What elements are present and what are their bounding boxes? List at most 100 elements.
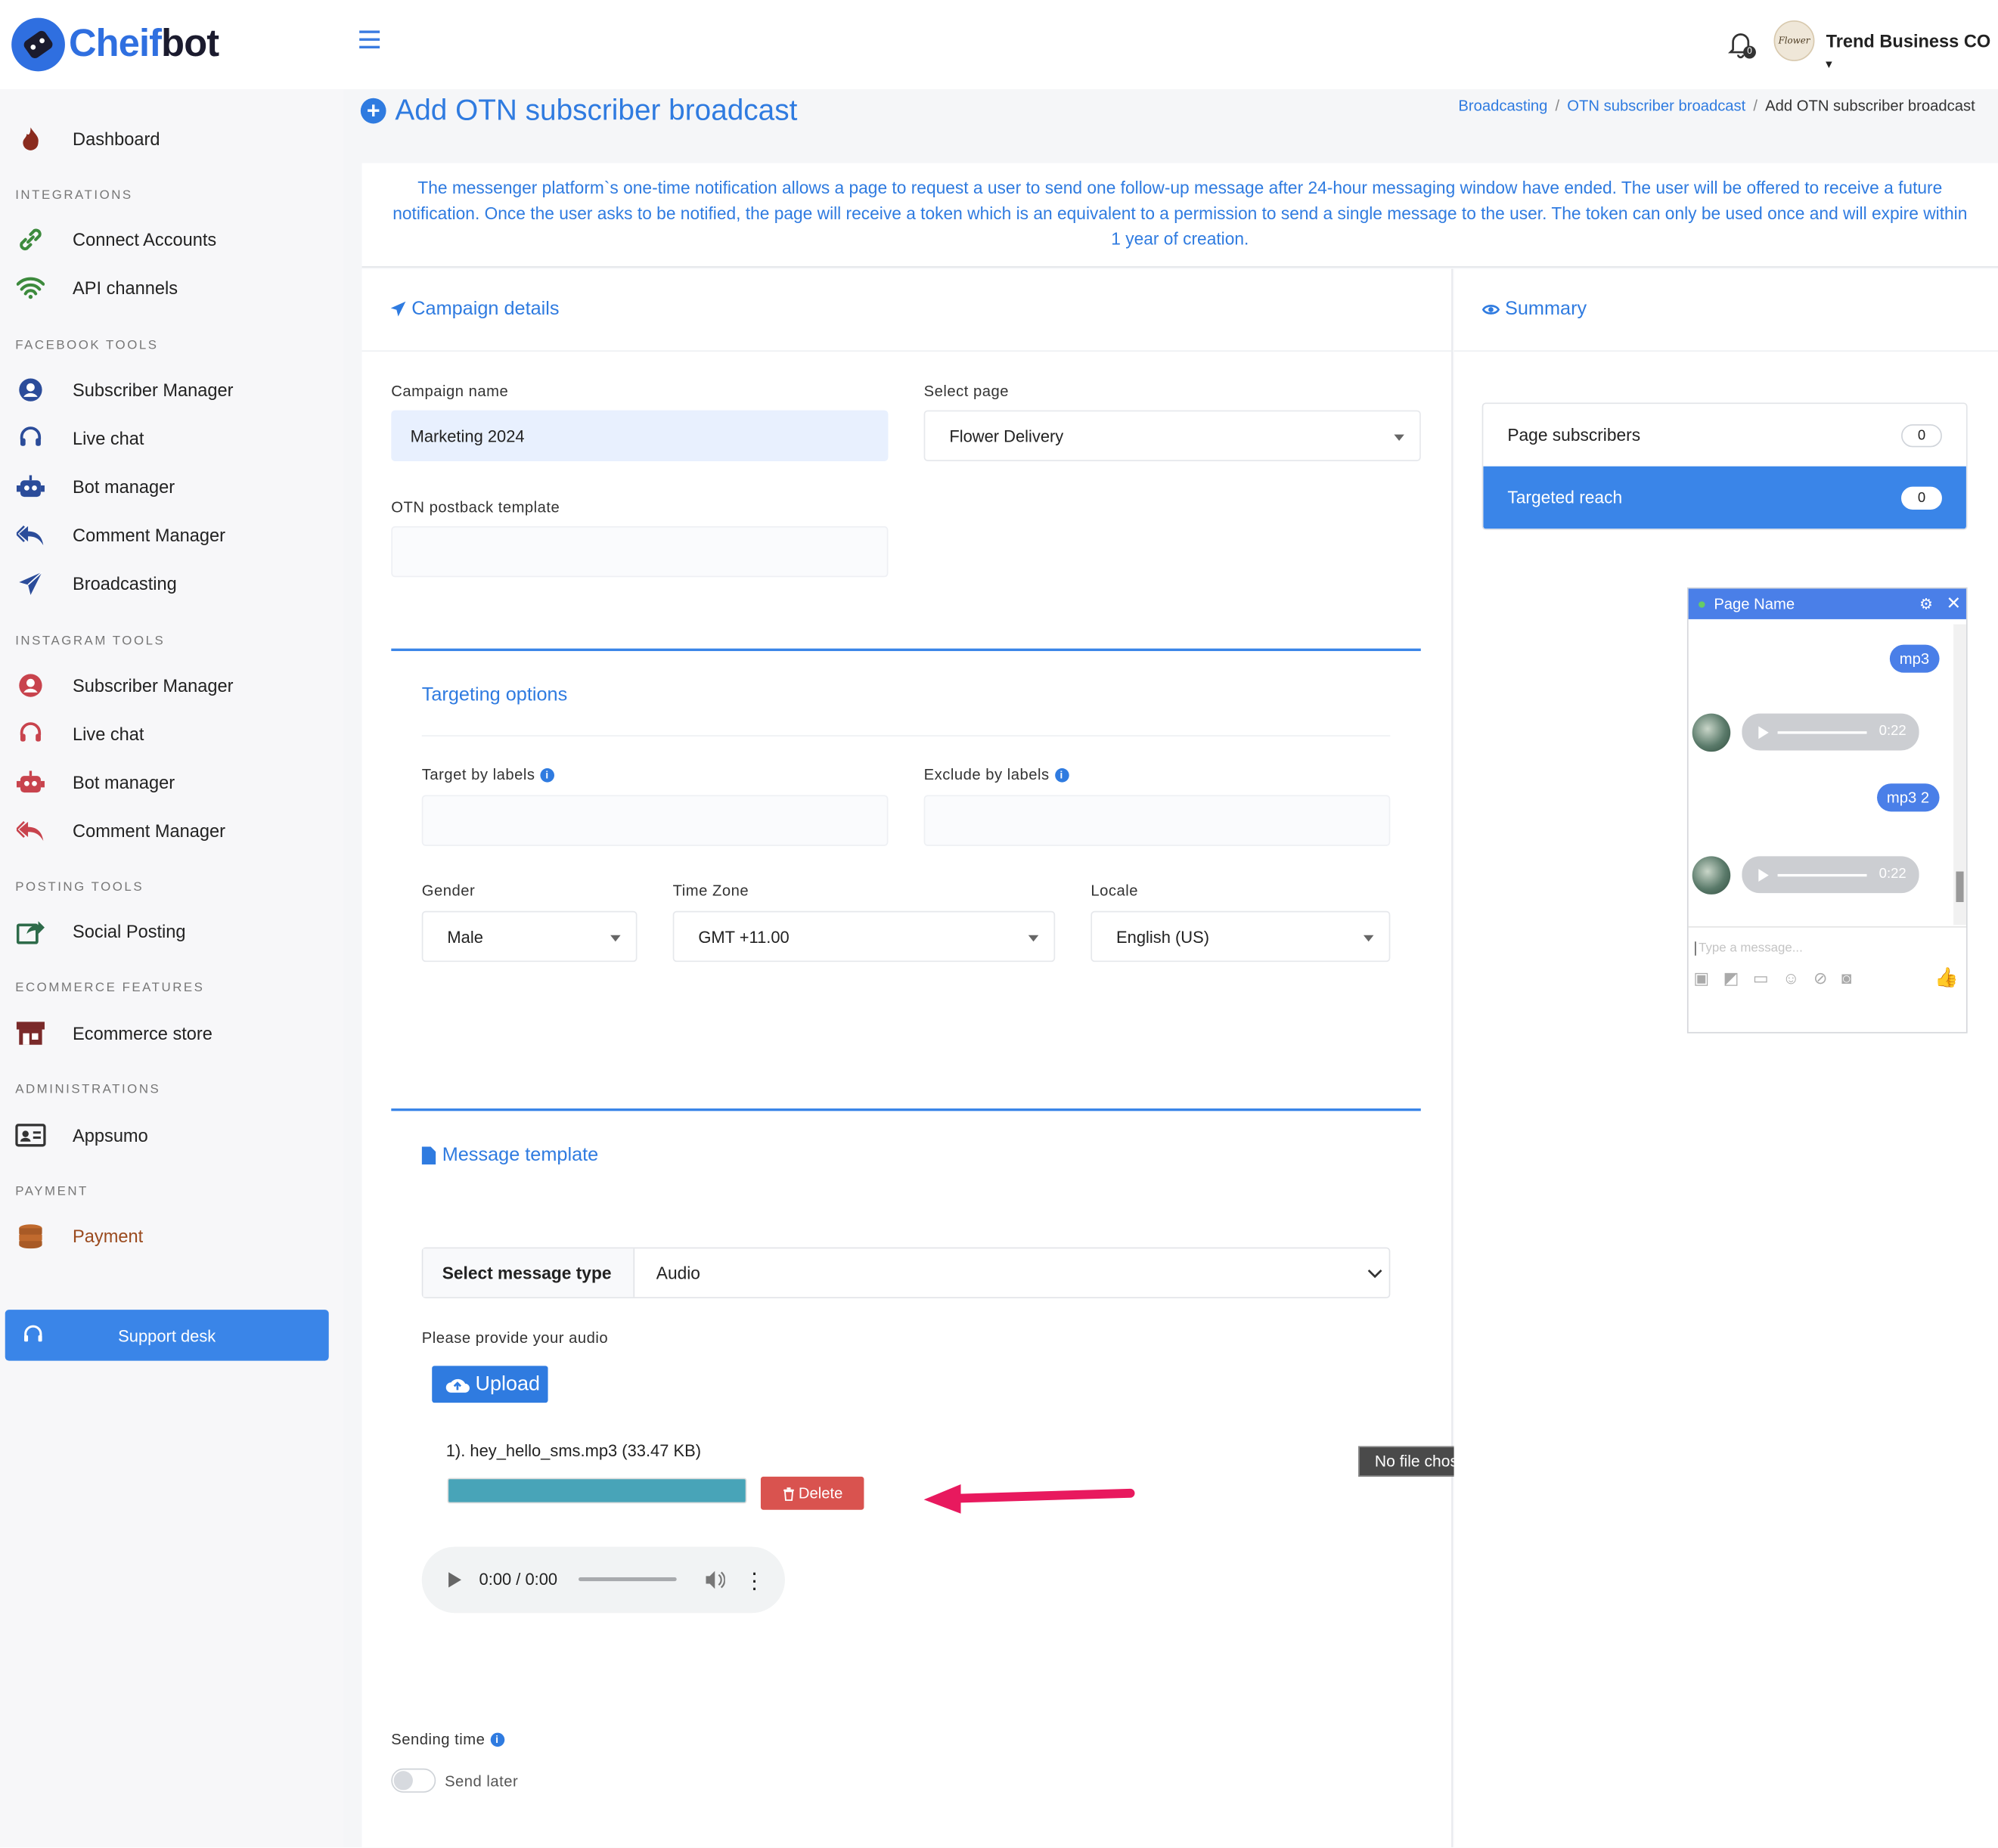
uploaded-file-name: 1). hey_hello_sms.mp3 (33.47 KB) [445,1440,702,1461]
sidebar-item-ig-comment-manager[interactable]: Comment Manager [15,811,334,850]
reply-all-icon [15,519,45,550]
sidebar-item-dashboard[interactable]: Dashboard [15,119,334,158]
paper-plane-icon [15,569,45,599]
player-seek-bar[interactable] [578,1577,677,1582]
message-bubble: mp3 2 [1876,783,1940,812]
audio-prompt-label: Please provide your audio [421,1329,609,1347]
audio-message[interactable]: 0:22 [1742,856,1919,894]
message-bubble: mp3 [1889,644,1940,673]
locale-dropdown[interactable]: English (US) [1091,910,1391,963]
robot-icon [15,471,45,501]
sidebar-item-fb-bot-manager[interactable]: Bot manager [15,467,334,506]
company-avatar[interactable]: Flower [1773,20,1815,61]
online-dot-icon [1699,600,1705,607]
targeted-reach-row: Targeted reach 0 [1483,466,1966,529]
sidebar-item-appsumo[interactable]: Appsumo [15,1116,334,1155]
sidebar-item-fb-comment-manager[interactable]: Comment Manager [15,516,334,554]
postback-template-input[interactable] [391,526,889,578]
chevron-down-icon: ▾ [1826,57,1832,70]
preview-scrollbar[interactable] [1953,624,1966,926]
campaign-name-label: Campaign name [391,382,509,401]
targeted-reach-count: 0 [1901,485,1942,510]
sidebar-item-ig-live-chat[interactable]: Live chat [15,715,334,753]
store-icon [15,1018,45,1048]
play-icon[interactable] [448,1572,461,1588]
sidebar-item-fb-live-chat[interactable]: Live chat [15,419,334,457]
sidebar-section-integrations: INTEGRATIONS [15,188,133,203]
notification-count: 0 [1743,45,1756,59]
flame-icon [15,123,45,153]
sidebar-section-instagram: INSTAGRAM TOOLS [15,634,166,649]
sender-avatar [1692,713,1731,752]
emoji-icon[interactable]: ☺ [1782,969,1799,989]
select-page-dropdown[interactable]: Flower Delivery [923,410,1421,461]
delete-file-button[interactable]: Delete [760,1476,864,1510]
select-page-label: Select page [923,382,1009,401]
gender-dropdown[interactable]: Male [421,910,638,963]
headset-icon [23,1325,43,1349]
page-subscribers-count: 0 [1901,423,1942,447]
breadcrumb-otn[interactable]: OTN subscriber broadcast [1567,97,1745,115]
reply-all-icon [15,815,45,845]
wifi-icon [15,273,45,303]
company-menu[interactable]: Trend Business CO ▾ [1826,30,1998,71]
eye-icon [1481,304,1500,315]
sidebar-item-connect-accounts[interactable]: Connect Accounts [15,221,334,259]
info-icon[interactable]: i [490,1733,504,1747]
timezone-dropdown[interactable]: GMT +11.00 [672,910,1056,963]
breadcrumb-current: Add OTN subscriber broadcast [1765,97,1975,115]
id-card-icon [15,1120,46,1150]
info-icon[interactable]: i [1054,768,1069,783]
gear-icon[interactable]: ⚙ [1919,595,1933,613]
info-icon[interactable]: i [540,768,554,783]
menu-toggle-icon[interactable] [359,30,380,51]
audio-player[interactable]: 0:00 / 0:00 · · · [421,1546,785,1614]
gender-label: Gender [421,882,476,900]
camera-icon[interactable]: ◙ [1841,969,1851,989]
brand-name: Cheifbot [68,23,219,65]
sending-time-label: Sending time i [391,1730,504,1748]
trash-icon [783,1487,794,1501]
target-labels-input[interactable] [421,795,889,846]
support-desk-button[interactable]: Support desk [5,1310,329,1361]
sidebar-item-ecommerce-store[interactable]: Ecommerce store [15,1014,334,1053]
audio-message[interactable]: 0:22 [1742,713,1919,751]
upload-button[interactable]: Upload [432,1366,548,1403]
send-later-toggle[interactable] [391,1768,436,1793]
image-icon[interactable]: ▣ [1693,969,1709,989]
sidebar-section-posting: POSTING TOOLS [15,880,144,895]
notification-bell-icon[interactable]: 0 [1727,30,1756,64]
summary-list: Page subscribers 0 Targeted reach 0 [1481,402,1968,530]
sidebar-item-payment[interactable]: Payment [15,1217,334,1255]
sidebar-item-ig-subscriber-manager[interactable]: Subscriber Manager [15,666,334,705]
messenger-preview: Page Name ⚙ ✕ mp3 0:22 mp3 2 0:22 Type a… [1686,587,1968,1034]
campaign-name-input[interactable]: Marketing 2024 [391,410,889,461]
sidebar: Dashboard INTEGRATIONS Connect Accounts … [0,88,344,1848]
exclude-labels-input[interactable] [923,795,1391,846]
sidebar-item-social-posting[interactable]: Social Posting [15,912,334,950]
volume-icon[interactable] [705,1570,725,1590]
timezone-label: Time Zone [672,882,749,900]
sticker-icon[interactable]: ◩ [1723,969,1739,989]
message-type-select[interactable]: Select message type Audio [421,1247,1391,1299]
breadcrumb-broadcasting[interactable]: Broadcasting [1458,97,1547,115]
otn-info-text: The messenger platform`s one-time notifi… [361,163,1998,268]
annotation-arrow-icon [923,1484,1135,1514]
campaign-details-header: Campaign details [390,298,560,320]
sidebar-item-fb-subscriber-manager[interactable]: Subscriber Manager [15,371,334,409]
thumbs-up-icon[interactable]: 👍 [1934,966,1958,989]
attach-icon[interactable]: ⊘ [1813,969,1827,989]
locale-label: Locale [1091,882,1138,900]
sidebar-item-api-channels[interactable]: API channels [15,269,334,308]
page-title: + Add OTN subscriber broadcast [360,93,797,127]
paper-plane-icon [390,301,406,317]
user-icon [15,374,45,405]
sidebar-item-fb-broadcasting[interactable]: Broadcasting [15,564,334,603]
brand-logo[interactable]: Cheifbot [10,17,219,73]
gif-icon[interactable]: ▭ [1753,969,1769,989]
sidebar-section-admin: ADMINISTRATIONS [15,1083,161,1097]
close-icon[interactable]: ✕ [1946,593,1961,615]
more-options-icon[interactable]: · · · [750,1561,758,1599]
message-input[interactable]: Type a message... [1695,941,1803,956]
sidebar-item-ig-bot-manager[interactable]: Bot manager [15,763,334,802]
